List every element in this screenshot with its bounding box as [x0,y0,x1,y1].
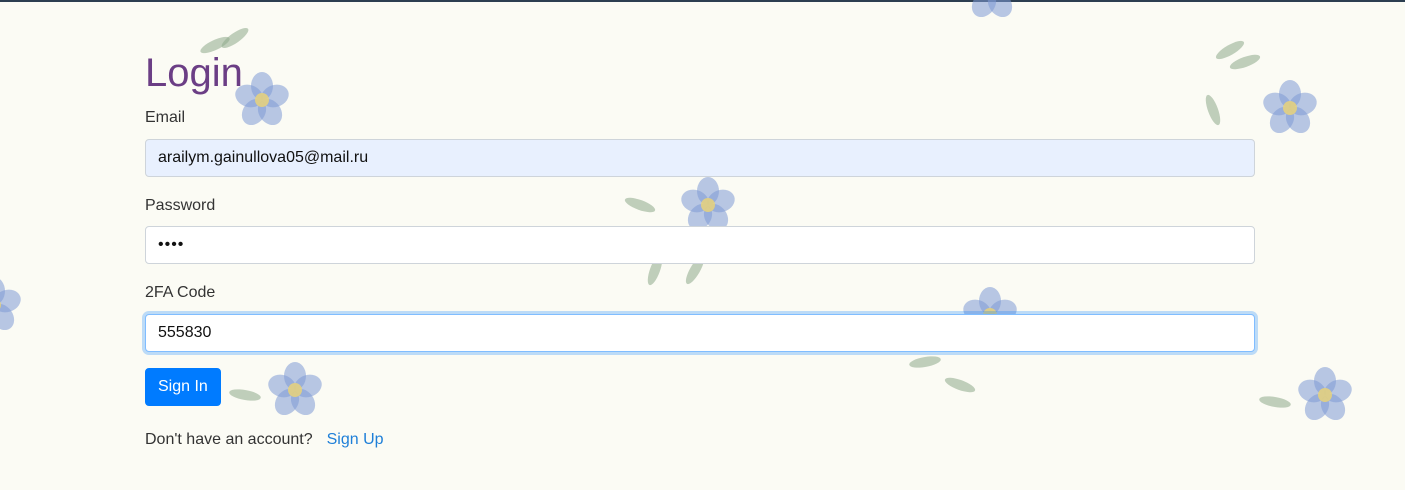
flower-icon [1258,367,1355,425]
signup-prompt-text: Don't have an account? [145,431,313,448]
sign-up-link[interactable]: Sign Up [327,431,384,448]
password-field[interactable] [145,226,1255,264]
page-title: Login [145,51,243,95]
password-label: Password [145,197,216,214]
flower-icon [962,0,1022,22]
login-form-container: Login Email Password 2FA Code Sign In Do… [145,48,1255,448]
flower-icon [0,277,24,335]
email-label: Email [145,109,186,126]
flower-icon [228,362,325,420]
twofa-code-label: 2FA Code [145,284,216,301]
twofa-code-field[interactable] [145,314,1255,352]
signup-prompt-row: Don't have an account? Sign Up [145,430,384,450]
sign-in-button[interactable]: Sign In [145,368,221,406]
email-field[interactable] [145,139,1255,177]
